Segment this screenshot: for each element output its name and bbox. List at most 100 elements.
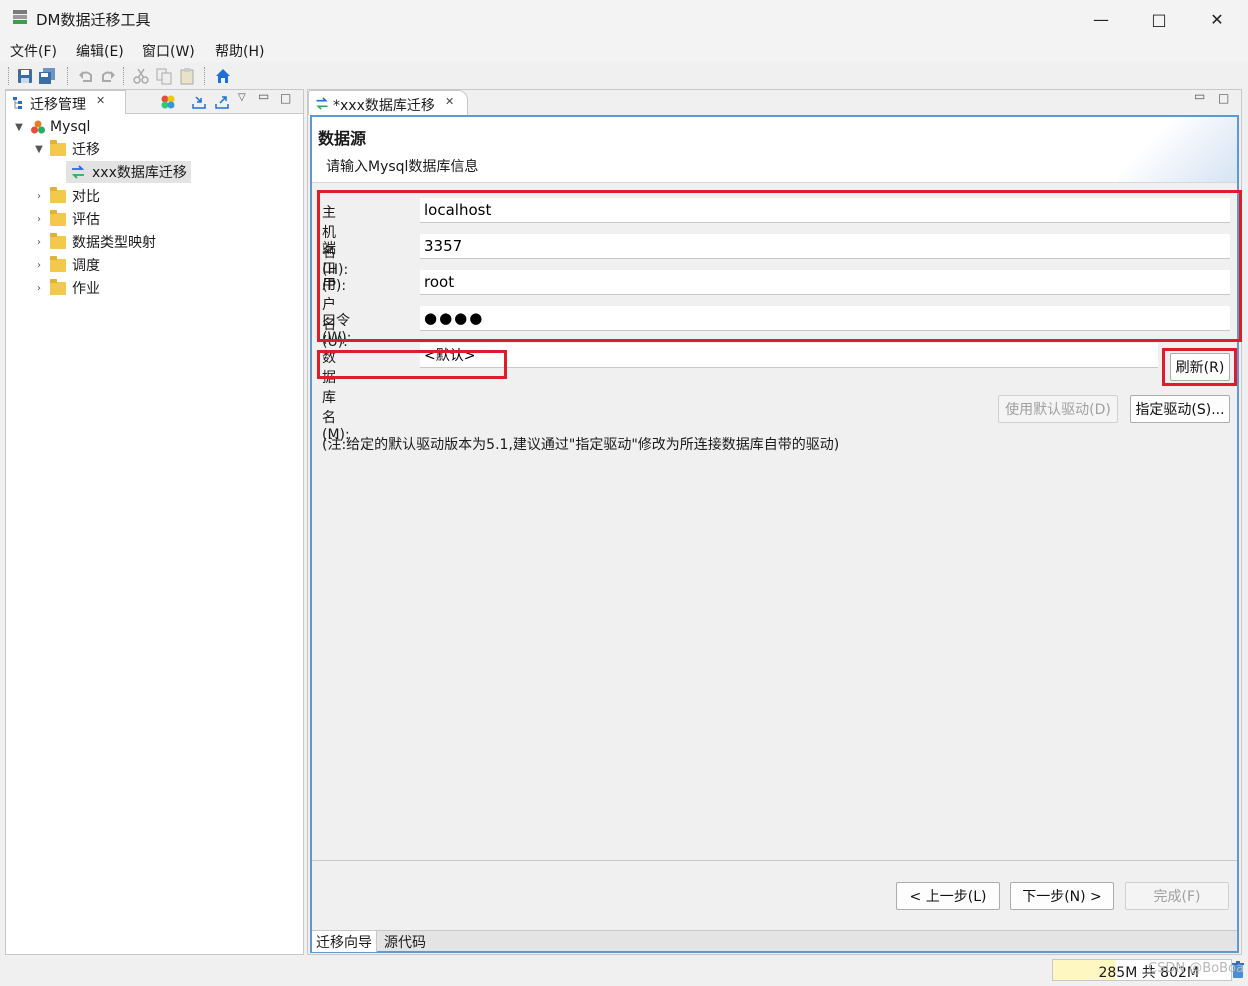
next-button[interactable]: 下一步(N) > bbox=[1010, 882, 1114, 910]
tab-close-icon[interactable]: ✕ bbox=[445, 95, 454, 108]
tree-folder-evaluate[interactable]: › 评估 bbox=[32, 208, 100, 230]
tree-folder-schedule[interactable]: › 调度 bbox=[32, 254, 100, 276]
cut-icon[interactable] bbox=[132, 67, 150, 85]
mysql-icon bbox=[31, 120, 45, 134]
save-icon[interactable] bbox=[16, 67, 34, 85]
toolbar bbox=[0, 62, 1248, 90]
home-icon[interactable] bbox=[214, 67, 232, 85]
wizard-header: 数据源 请输入Mysql数据库信息 bbox=[312, 117, 1237, 183]
migration-wizard: 数据源 请输入Mysql数据库信息 主机名(H): 端口(P): 用户名(U):… bbox=[310, 115, 1242, 953]
wizard-separator bbox=[312, 860, 1237, 861]
tab-label: 迁移管理 bbox=[30, 97, 86, 113]
minimize-view-icon[interactable]: ▭ bbox=[258, 89, 269, 103]
folder-icon bbox=[50, 278, 66, 295]
paste-icon[interactable] bbox=[178, 67, 196, 85]
tree-folder-migration[interactable]: ▼ 迁移 bbox=[32, 138, 100, 160]
redo-icon[interactable] bbox=[99, 67, 117, 85]
chevron-right-icon[interactable]: › bbox=[32, 237, 46, 248]
folder-icon bbox=[50, 186, 66, 203]
tree-label: 数据类型映射 bbox=[72, 235, 156, 251]
save-all-icon[interactable] bbox=[38, 67, 56, 85]
export-icon[interactable] bbox=[214, 94, 230, 110]
import-icon[interactable] bbox=[191, 94, 207, 110]
menu-bar: 文件(F) 编辑(E) 窗口(W) 帮助(H) bbox=[0, 38, 1248, 62]
database-select[interactable] bbox=[420, 343, 1158, 368]
minimize-button[interactable]: — bbox=[1072, 0, 1130, 38]
watermark: CSDN @BoBoa bbox=[1148, 961, 1244, 976]
view-menu-chevron-icon[interactable]: ▽ bbox=[238, 92, 246, 103]
tree-folder-type-mapping[interactable]: › 数据类型映射 bbox=[32, 231, 156, 253]
tree-label: 调度 bbox=[72, 258, 100, 274]
tab-source-code[interactable]: 源代码 bbox=[380, 931, 430, 952]
title-bar: DM数据迁移工具 — □ ✕ bbox=[0, 0, 1248, 38]
wizard-description: 请输入Mysql数据库信息 bbox=[326, 159, 479, 175]
editor-area: *xxx数据库迁移 ✕ ▭ □ 数据源 请输入Mysql数据库信息 主机名(H)… bbox=[307, 89, 1242, 955]
editor-bottom-tabs: 迁移向导 源代码 bbox=[312, 930, 1237, 952]
toolbar-separator bbox=[123, 67, 126, 85]
database-label: 数据库名(M): bbox=[322, 350, 350, 443]
refresh-button[interactable]: 刷新(R) bbox=[1170, 353, 1230, 381]
migration-arrows-icon bbox=[316, 97, 328, 110]
close-button[interactable]: ✕ bbox=[1188, 0, 1246, 38]
migration-arrows-icon bbox=[71, 165, 85, 179]
previous-button[interactable]: < 上一步(L) bbox=[896, 882, 1000, 910]
menu-help[interactable]: 帮助(H) bbox=[215, 41, 264, 61]
specify-driver-button[interactable]: 指定驱动(S)... bbox=[1130, 395, 1230, 423]
finish-button[interactable]: 完成(F) bbox=[1125, 882, 1229, 910]
tab-xxx-migration[interactable]: *xxx数据库迁移 ✕ bbox=[308, 90, 468, 115]
maximize-button[interactable]: □ bbox=[1130, 0, 1188, 38]
wizard-title: 数据源 bbox=[318, 129, 367, 148]
tree-root-mysql[interactable]: ▼ Mysql bbox=[12, 116, 90, 138]
chevron-down-icon[interactable]: ▼ bbox=[12, 122, 26, 133]
tree-label: 对比 bbox=[72, 189, 100, 205]
password-input[interactable] bbox=[420, 306, 1230, 331]
maximize-editor-icon[interactable]: □ bbox=[1218, 91, 1229, 105]
password-label: 口令(W): bbox=[322, 313, 352, 346]
tree-folder-jobs[interactable]: › 作业 bbox=[32, 277, 100, 299]
tree-label: 迁移 bbox=[72, 142, 100, 158]
toolbar-grip bbox=[8, 67, 11, 85]
tab-label: *xxx数据库迁移 bbox=[333, 98, 435, 114]
chevron-right-icon[interactable]: › bbox=[32, 283, 46, 294]
use-default-driver-button[interactable]: 使用默认驱动(D) bbox=[998, 395, 1118, 423]
chevron-down-icon[interactable]: ▼ bbox=[32, 144, 46, 155]
chevron-right-icon[interactable]: › bbox=[32, 260, 46, 271]
tree-label: xxx数据库迁移 bbox=[92, 165, 187, 181]
undo-icon[interactable] bbox=[77, 67, 95, 85]
folder-icon bbox=[50, 232, 66, 249]
menu-edit[interactable]: 编辑(E) bbox=[76, 41, 124, 61]
status-bar: 285M 共 802M bbox=[0, 956, 1248, 986]
tree-view-icon bbox=[13, 97, 22, 109]
folder-icon bbox=[50, 255, 66, 272]
chevron-right-icon[interactable]: › bbox=[32, 191, 46, 202]
window-title: DM数据迁移工具 bbox=[36, 11, 151, 29]
minimize-editor-icon[interactable]: ▭ bbox=[1194, 89, 1205, 103]
data-sources-icon[interactable] bbox=[160, 94, 176, 110]
port-input[interactable] bbox=[420, 234, 1230, 259]
tab-migration-manager[interactable]: 迁移管理 ✕ bbox=[6, 90, 126, 114]
copy-icon[interactable] bbox=[155, 67, 173, 85]
wizard-banner bbox=[1117, 117, 1237, 182]
tree-label: 评估 bbox=[72, 212, 100, 228]
tab-migration-wizard[interactable]: 迁移向导 bbox=[312, 931, 377, 952]
left-panel-tabbar: 迁移管理 ✕ ▽ ▭ □ bbox=[6, 89, 303, 114]
menu-file[interactable]: 文件(F) bbox=[10, 41, 57, 61]
folder-open-icon bbox=[50, 139, 66, 156]
folder-icon bbox=[50, 209, 66, 226]
host-input[interactable] bbox=[420, 198, 1230, 223]
tab-close-icon[interactable]: ✕ bbox=[96, 94, 105, 107]
tree-item-xxx-migration[interactable]: xxx数据库迁移 bbox=[66, 161, 191, 183]
tree-label: 作业 bbox=[72, 281, 100, 297]
driver-note: (注:给定的默认驱动版本为5.1,建议通过"指定驱动"修改为所连接数据库自带的驱… bbox=[322, 437, 840, 453]
tree-folder-compare[interactable]: › 对比 bbox=[32, 185, 100, 207]
chevron-right-icon[interactable]: › bbox=[32, 214, 46, 225]
menu-window[interactable]: 窗口(W) bbox=[142, 41, 195, 61]
migration-manager-panel: 迁移管理 ✕ ▽ ▭ □ ▼ Mysql ▼ 迁移 xxx数据库迁移 › 对比 … bbox=[5, 89, 304, 955]
toolbar-separator bbox=[204, 67, 207, 85]
app-icon bbox=[13, 10, 27, 24]
tree-label: Mysql bbox=[50, 119, 91, 135]
toolbar-separator bbox=[67, 67, 70, 85]
maximize-view-icon[interactable]: □ bbox=[280, 91, 291, 105]
username-input[interactable] bbox=[420, 270, 1230, 295]
editor-tabbar: *xxx数据库迁移 ✕ ▭ □ bbox=[308, 89, 1241, 115]
